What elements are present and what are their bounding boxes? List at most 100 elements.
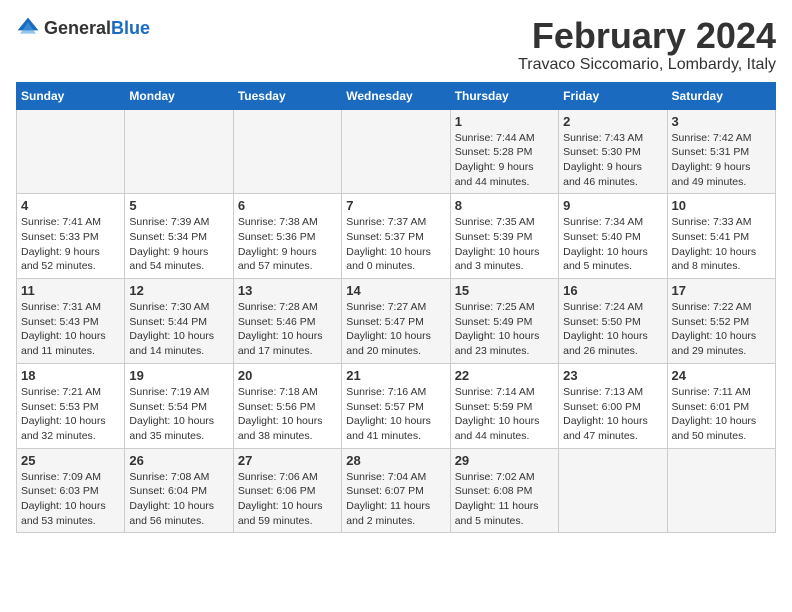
location-title: Travaco Siccomario, Lombardy, Italy [518,56,776,74]
day-of-week-header: Monday [125,82,233,109]
day-number: 11 [21,283,120,298]
logo-general: General [44,18,111,38]
day-number: 14 [346,283,445,298]
day-number: 8 [455,198,554,213]
day-of-week-header: Friday [559,82,667,109]
calendar-body: 1 Sunrise: 7:44 AM Sunset: 5:28 PM Daylig… [17,109,776,533]
day-info: Sunrise: 7:31 AM Sunset: 5:43 PM Dayligh… [21,300,120,359]
logo-blue: Blue [111,18,150,38]
calendar-cell [125,109,233,194]
calendar-cell: 28 Sunrise: 7:04 AM Sunset: 6:07 PM Dayli… [342,448,450,533]
calendar-cell: 5Sunrise: 7:39 AM Sunset: 5:34 PM Daylig… [125,194,233,279]
calendar-cell: 14 Sunrise: 7:27 AM Sunset: 5:47 PM Dayli… [342,279,450,364]
day-number: 6 [238,198,337,213]
calendar-cell: 9 Sunrise: 7:34 AM Sunset: 5:40 PM Daylig… [559,194,667,279]
day-number: 24 [672,368,771,383]
calendar-cell: 10 Sunrise: 7:33 AM Sunset: 5:41 PM Dayli… [667,194,775,279]
calendar-cell: 23Sunrise: 7:13 AM Sunset: 6:00 PM Dayli… [559,363,667,448]
calendar-cell [233,109,341,194]
day-number: 21 [346,368,445,383]
calendar-cell: 21 Sunrise: 7:16 AM Sunset: 5:57 PM Dayli… [342,363,450,448]
calendar-cell: 29Sunrise: 7:02 AM Sunset: 6:08 PM Dayli… [450,448,558,533]
day-of-week-header: Sunday [17,82,125,109]
calendar-cell [667,448,775,533]
calendar-week-row: 11 Sunrise: 7:31 AM Sunset: 5:43 PM Dayli… [17,279,776,364]
logo-icon [16,16,40,40]
day-info: Sunrise: 7:09 AM Sunset: 6:03 PM Dayligh… [21,470,120,529]
day-number: 9 [563,198,662,213]
day-number: 12 [129,283,228,298]
calendar-cell: 25 Sunrise: 7:09 AM Sunset: 6:03 PM Dayli… [17,448,125,533]
day-number: 18 [21,368,120,383]
day-info: Sunrise: 7:21 AM Sunset: 5:53 PM Dayligh… [21,385,120,444]
calendar-cell: 15Sunrise: 7:25 AM Sunset: 5:49 PM Dayli… [450,279,558,364]
calendar-cell: 4 Sunrise: 7:41 AM Sunset: 5:33 PM Daylig… [17,194,125,279]
day-info: Sunrise: 7:34 AM Sunset: 5:40 PM Dayligh… [563,215,662,274]
calendar-week-row: 25 Sunrise: 7:09 AM Sunset: 6:03 PM Dayli… [17,448,776,533]
day-info: Sunrise: 7:04 AM Sunset: 6:07 PM Dayligh… [346,470,445,529]
day-info: Sunrise: 7:08 AM Sunset: 6:04 PM Dayligh… [129,470,228,529]
page-header: GeneralBlue February 2024 Travaco Siccom… [16,16,776,74]
day-number: 22 [455,368,554,383]
title-block: February 2024 Travaco Siccomario, Lombar… [518,16,776,74]
day-info: Sunrise: 7:41 AM Sunset: 5:33 PM Dayligh… [21,215,120,274]
day-number: 1 [455,114,554,129]
logo: GeneralBlue [16,16,150,40]
days-of-week-row: SundayMondayTuesdayWednesdayThursdayFrid… [17,82,776,109]
day-number: 3 [672,114,771,129]
day-number: 7 [346,198,445,213]
day-info: Sunrise: 7:19 AM Sunset: 5:54 PM Dayligh… [129,385,228,444]
day-info: Sunrise: 7:28 AM Sunset: 5:46 PM Dayligh… [238,300,337,359]
day-info: Sunrise: 7:22 AM Sunset: 5:52 PM Dayligh… [672,300,771,359]
calendar-week-row: 18 Sunrise: 7:21 AM Sunset: 5:53 PM Dayli… [17,363,776,448]
day-number: 26 [129,453,228,468]
calendar-cell [17,109,125,194]
day-number: 28 [346,453,445,468]
day-info: Sunrise: 7:44 AM Sunset: 5:28 PM Dayligh… [455,131,554,190]
calendar-cell: 13 Sunrise: 7:28 AM Sunset: 5:46 PM Dayli… [233,279,341,364]
day-number: 5 [129,198,228,213]
day-info: Sunrise: 7:27 AM Sunset: 5:47 PM Dayligh… [346,300,445,359]
day-number: 2 [563,114,662,129]
calendar-cell: 19 Sunrise: 7:19 AM Sunset: 5:54 PM Dayli… [125,363,233,448]
day-number: 4 [21,198,120,213]
calendar-cell: 7Sunrise: 7:37 AM Sunset: 5:37 PM Daylig… [342,194,450,279]
calendar-cell: 17 Sunrise: 7:22 AM Sunset: 5:52 PM Dayli… [667,279,775,364]
day-of-week-header: Thursday [450,82,558,109]
day-info: Sunrise: 7:38 AM Sunset: 5:36 PM Dayligh… [238,215,337,274]
day-info: Sunrise: 7:30 AM Sunset: 5:44 PM Dayligh… [129,300,228,359]
day-info: Sunrise: 7:16 AM Sunset: 5:57 PM Dayligh… [346,385,445,444]
logo-text: GeneralBlue [44,18,150,39]
day-info: Sunrise: 7:14 AM Sunset: 5:59 PM Dayligh… [455,385,554,444]
day-number: 25 [21,453,120,468]
day-number: 19 [129,368,228,383]
day-number: 20 [238,368,337,383]
day-info: Sunrise: 7:24 AM Sunset: 5:50 PM Dayligh… [563,300,662,359]
calendar-cell: 20Sunrise: 7:18 AM Sunset: 5:56 PM Dayli… [233,363,341,448]
day-info: Sunrise: 7:33 AM Sunset: 5:41 PM Dayligh… [672,215,771,274]
day-number: 17 [672,283,771,298]
day-info: Sunrise: 7:42 AM Sunset: 5:31 PM Dayligh… [672,131,771,190]
calendar-cell: 1 Sunrise: 7:44 AM Sunset: 5:28 PM Daylig… [450,109,558,194]
calendar-cell: 27 Sunrise: 7:06 AM Sunset: 6:06 PM Dayli… [233,448,341,533]
calendar-header: SundayMondayTuesdayWednesdayThursdayFrid… [17,82,776,109]
day-info: Sunrise: 7:06 AM Sunset: 6:06 PM Dayligh… [238,470,337,529]
calendar-week-row: 1 Sunrise: 7:44 AM Sunset: 5:28 PM Daylig… [17,109,776,194]
calendar-cell: 26 Sunrise: 7:08 AM Sunset: 6:04 PM Dayli… [125,448,233,533]
day-of-week-header: Wednesday [342,82,450,109]
day-number: 13 [238,283,337,298]
calendar-cell: 18 Sunrise: 7:21 AM Sunset: 5:53 PM Dayli… [17,363,125,448]
day-number: 16 [563,283,662,298]
calendar-cell: 16 Sunrise: 7:24 AM Sunset: 5:50 PM Dayli… [559,279,667,364]
day-info: Sunrise: 7:11 AM Sunset: 6:01 PM Dayligh… [672,385,771,444]
day-number: 27 [238,453,337,468]
calendar-cell: 3 Sunrise: 7:42 AM Sunset: 5:31 PM Daylig… [667,109,775,194]
day-number: 23 [563,368,662,383]
day-number: 10 [672,198,771,213]
day-info: Sunrise: 7:43 AM Sunset: 5:30 PM Dayligh… [563,131,662,190]
month-title: February 2024 [518,16,776,56]
calendar-cell: 22 Sunrise: 7:14 AM Sunset: 5:59 PM Dayli… [450,363,558,448]
calendar-week-row: 4 Sunrise: 7:41 AM Sunset: 5:33 PM Daylig… [17,194,776,279]
day-number: 29 [455,453,554,468]
calendar-cell: 2 Sunrise: 7:43 AM Sunset: 5:30 PM Daylig… [559,109,667,194]
